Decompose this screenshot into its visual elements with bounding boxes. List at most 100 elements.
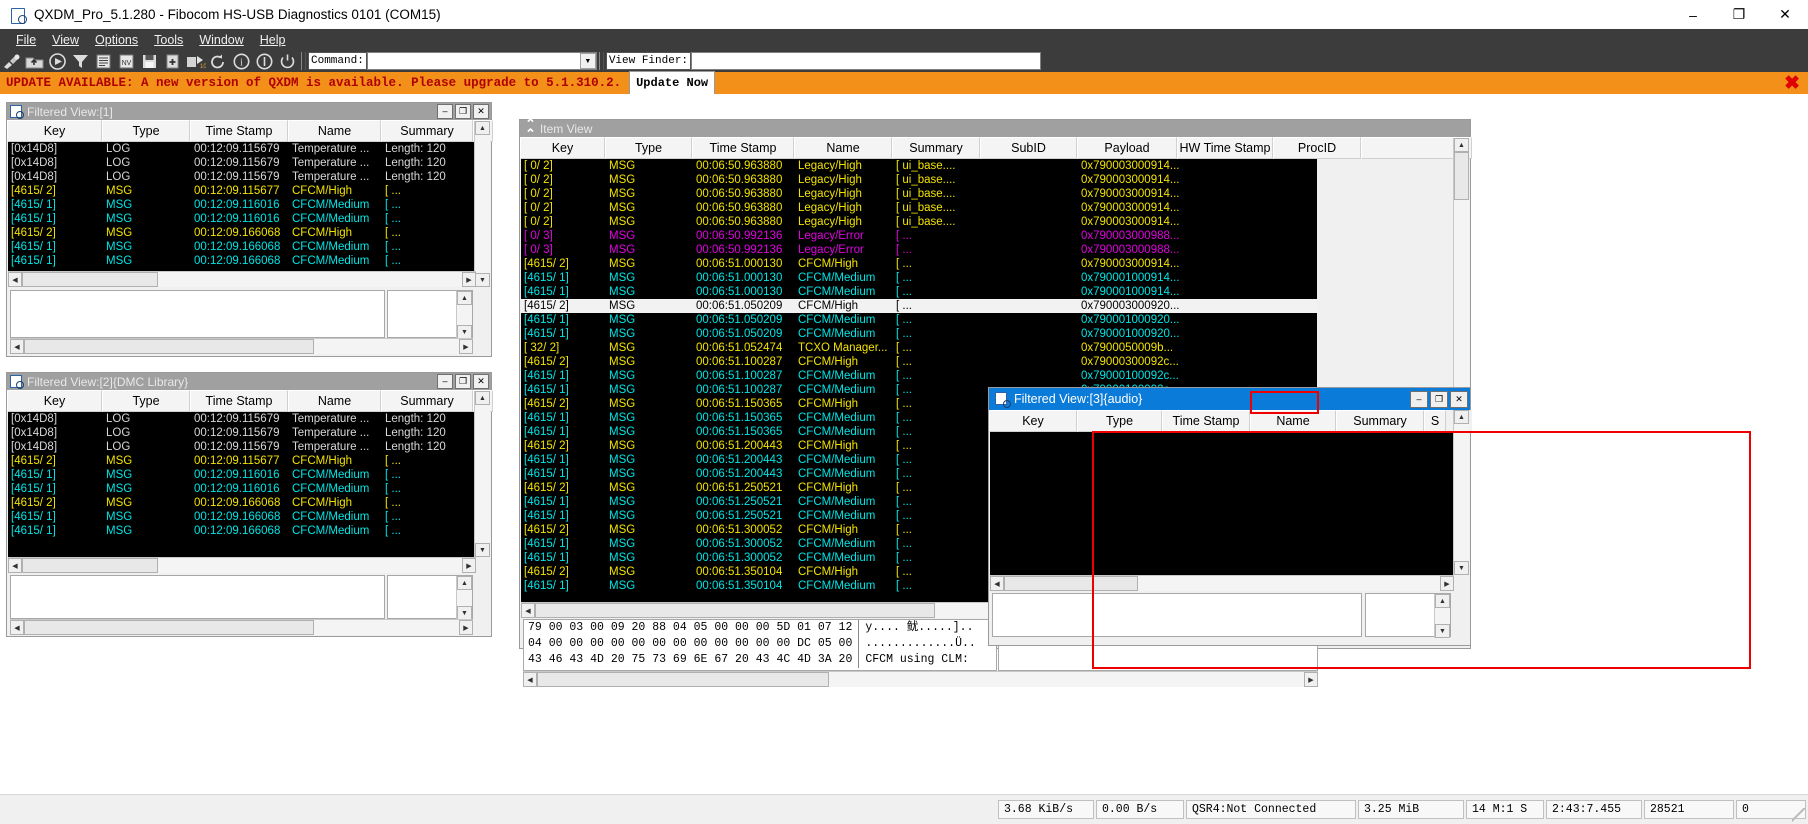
info-icon[interactable]: i <box>230 51 252 71</box>
fv3-maximize-button[interactable]: ❐ <box>1430 390 1448 408</box>
fv2-detail-side-pane[interactable]: ▲ ▼ <box>387 575 473 620</box>
iv-col-summary[interactable]: Summary <box>892 137 980 159</box>
filtered-view-1-titlebar[interactable]: Filtered View:[1] – ❐ ✕ <box>7 103 491 120</box>
table-row[interactable]: [ 0/ 2] MSG 00:06:50.963880 Legacy/High [ ui… <box>521 187 1317 201</box>
table-row[interactable]: [ 0/ 2] MSG 00:06:50.963880 Legacy/High [ ui… <box>521 159 1317 173</box>
resize-grip[interactable] <box>1792 808 1806 822</box>
fv1-col-key[interactable]: Key <box>7 120 102 142</box>
fv2-scroll-up-button[interactable]: ▲ <box>475 391 490 405</box>
fv1-detail-pane[interactable] <box>10 290 385 338</box>
table-row[interactable]: [4615/ 1] MSG 00:06:51.050209 CFCM/Medium [ … <box>521 327 1317 341</box>
iv-v-thumb[interactable] <box>1454 152 1469 200</box>
fv3-detail-scroll-up[interactable]: ▲ <box>1435 594 1450 608</box>
close-button[interactable]: ✕ <box>1762 0 1808 29</box>
table-row[interactable]: [4615/ 1] MSG 00:12:09.116016 CFCM/Medium [ … <box>8 482 476 496</box>
table-row[interactable]: [4615/ 1] MSG 00:12:09.116016 CFCM/Medium [ … <box>8 198 476 212</box>
fv1-h-thumb[interactable] <box>22 272 158 287</box>
menu-item-view[interactable]: View <box>44 31 87 49</box>
fv2-col-key[interactable]: Key <box>7 390 102 412</box>
fv1-close-button[interactable]: ✕ <box>473 104 489 119</box>
fv1-col-name[interactable]: Name <box>288 120 381 142</box>
fv3-col-subid[interactable]: S <box>1424 410 1446 432</box>
filter-icon[interactable] <box>69 51 91 71</box>
open-folder-icon[interactable] <box>23 51 45 71</box>
fv2-detail-scroll-up[interactable]: ▲ <box>457 576 472 590</box>
command-dropdown-icon[interactable]: ▼ <box>579 53 596 69</box>
fv1-detail-hscroll[interactable]: ◀ ▶ <box>10 338 473 354</box>
fv2-detail-scroll-left[interactable]: ◀ <box>10 620 24 635</box>
filtered-view-2-window[interactable]: Filtered View:[2]{DMC Library} – ❐ ✕ Key… <box>6 372 493 637</box>
table-row[interactable]: [4615/ 1] MSG 00:06:51.000130 CFCM/Medium [ … <box>521 271 1317 285</box>
fv1-col-timestamp[interactable]: Time Stamp <box>190 120 288 142</box>
table-row[interactable]: [ 0/ 3] MSG 00:06:50.992136 Legacy/Error [ .… <box>521 243 1317 257</box>
table-row[interactable]: [4615/ 2] MSG 00:12:09.166068 CFCM/High [ ..… <box>8 496 476 510</box>
fv2-col-summary[interactable]: Summary <box>381 390 473 412</box>
table-row[interactable]: [4615/ 1] MSG 00:06:51.000130 CFCM/Medium [ … <box>521 285 1317 299</box>
viewfinder-input[interactable] <box>691 52 1042 70</box>
iv-scroll-up-button[interactable]: ▲ <box>1454 138 1469 152</box>
table-row[interactable]: [4615/ 1] MSG 00:06:51.050209 CFCM/Medium [ … <box>521 313 1317 327</box>
fv1-rows[interactable]: [0x14D8] LOG 00:12:09.115679 Temperature ..… <box>8 142 476 287</box>
menu-item-file[interactable]: File <box>8 31 44 49</box>
table-row[interactable]: [4615/ 1] MSG 00:12:09.116016 CFCM/Medium [ … <box>8 468 476 482</box>
menu-item-tools[interactable]: Tools <box>146 31 191 49</box>
fv1-minimize-button[interactable]: – <box>437 104 453 119</box>
filtered-view-1-window[interactable]: Filtered View:[1] – ❐ ✕ Key Type Time St… <box>6 102 493 357</box>
fv1-scroll-left-button[interactable]: ◀ <box>8 272 22 287</box>
table-row[interactable]: [4615/ 2] MSG 00:12:09.166068 CFCM/High [ ..… <box>8 226 476 240</box>
fv2-h-thumb[interactable] <box>22 558 158 573</box>
fv1-vertical-scrollbar[interactable]: ▲ ▼ <box>474 121 490 287</box>
update-now-button[interactable]: Update Now <box>629 71 716 95</box>
iv-col-timestamp[interactable]: Time Stamp <box>692 137 794 159</box>
fv3-col-summary[interactable]: Summary <box>1336 410 1424 432</box>
fv1-detail-side-pane[interactable]: ▲ ▼ <box>387 290 473 339</box>
filtered-view-2-titlebar[interactable]: Filtered View:[2]{DMC Library} – ❐ ✕ <box>7 373 491 390</box>
table-row[interactable]: [0x14D8] LOG 00:12:09.115679 Temperature ..… <box>8 412 476 426</box>
fv3-col-key[interactable]: Key <box>989 410 1077 432</box>
fv2-detail-scroll-right[interactable]: ▶ <box>459 620 473 635</box>
item-view-hex-dump[interactable]: 79 00 03 00 09 20 88 04 05 00 00 00 5D 0… <box>523 619 997 671</box>
table-row[interactable]: [4615/ 1] MSG 00:12:09.166068 CFCM/Medium [ … <box>8 254 476 268</box>
iv-col-procid[interactable]: ProcID <box>1273 137 1361 159</box>
fv3-h-thumb[interactable] <box>1004 576 1138 591</box>
fv1-col-summary[interactable]: Summary <box>381 120 473 142</box>
fv1-detail-scroll-up[interactable]: ▲ <box>457 291 472 305</box>
fv2-horizontal-scrollbar[interactable]: ◀ ▶ <box>8 557 476 573</box>
fv2-detail-pane[interactable] <box>10 575 385 619</box>
table-row[interactable]: [0x14D8] LOG 00:12:09.115679 Temperature ..… <box>8 440 476 454</box>
iv-col-key[interactable]: Key <box>520 137 605 159</box>
fv2-scroll-down-button[interactable]: ▼ <box>475 543 490 557</box>
table-row[interactable]: [0x14D8] LOG 00:12:09.115679 Temperature ..… <box>8 156 476 170</box>
minimize-button[interactable]: – <box>1670 0 1716 29</box>
table-row[interactable]: [0x14D8] LOG 00:12:09.115679 Temperature ..… <box>8 170 476 184</box>
table-row[interactable]: [0x14D8] LOG 00:12:09.115679 Temperature ..… <box>8 426 476 440</box>
fv1-scroll-right-button[interactable]: ▶ <box>462 272 476 287</box>
fv3-scroll-left-button[interactable]: ◀ <box>990 576 1004 591</box>
fv1-scroll-up-button[interactable]: ▲ <box>475 121 490 135</box>
power-icon[interactable] <box>276 51 298 71</box>
banner-close-icon[interactable]: ✖ <box>1784 74 1800 93</box>
menu-item-window[interactable]: Window <box>191 31 251 49</box>
fv3-detail-pane[interactable] <box>992 593 1362 637</box>
nv-browser-icon[interactable]: NV <box>115 51 137 71</box>
iv-col-subid[interactable]: SubID <box>980 137 1077 159</box>
fv3-vertical-scrollbar[interactable]: ▲ ▼ <box>1453 410 1469 575</box>
refresh-icon[interactable] <box>207 51 229 71</box>
filtered-view-3-titlebar[interactable]: Filtered View:[3]{audio} – ❐ ✕ <box>989 388 1470 410</box>
fv2-scroll-left-button[interactable]: ◀ <box>8 558 22 573</box>
new-item-icon[interactable] <box>161 51 183 71</box>
table-row[interactable]: [4615/ 2] MSG 00:06:51.100287 CFCM/High [ ..… <box>521 355 1317 369</box>
filtered-view-3-window[interactable]: Filtered View:[3]{audio} – ❐ ✕ Key Type … <box>988 387 1472 646</box>
command-input[interactable]: ▼ <box>366 52 597 70</box>
fv3-close-button[interactable]: ✕ <box>1450 390 1468 408</box>
table-row[interactable]: [ 0/ 2] MSG 00:06:50.963880 Legacy/High [ ui… <box>521 215 1317 229</box>
fv2-rows[interactable]: [0x14D8] LOG 00:12:09.115679 Temperature ..… <box>8 412 476 557</box>
fv2-minimize-button[interactable]: – <box>437 374 453 389</box>
fv2-detail-scroll-down[interactable]: ▼ <box>457 606 472 620</box>
fv3-detail-side-pane[interactable]: ▲ ▼ <box>1365 593 1451 638</box>
fv3-rows[interactable] <box>990 432 1454 575</box>
save-icon[interactable] <box>138 51 160 71</box>
fv2-col-timestamp[interactable]: Time Stamp <box>190 390 288 412</box>
table-row[interactable]: [ 0/ 3] MSG 00:06:50.992136 Legacy/Error [ .… <box>521 229 1317 243</box>
fv2-col-type[interactable]: Type <box>102 390 190 412</box>
